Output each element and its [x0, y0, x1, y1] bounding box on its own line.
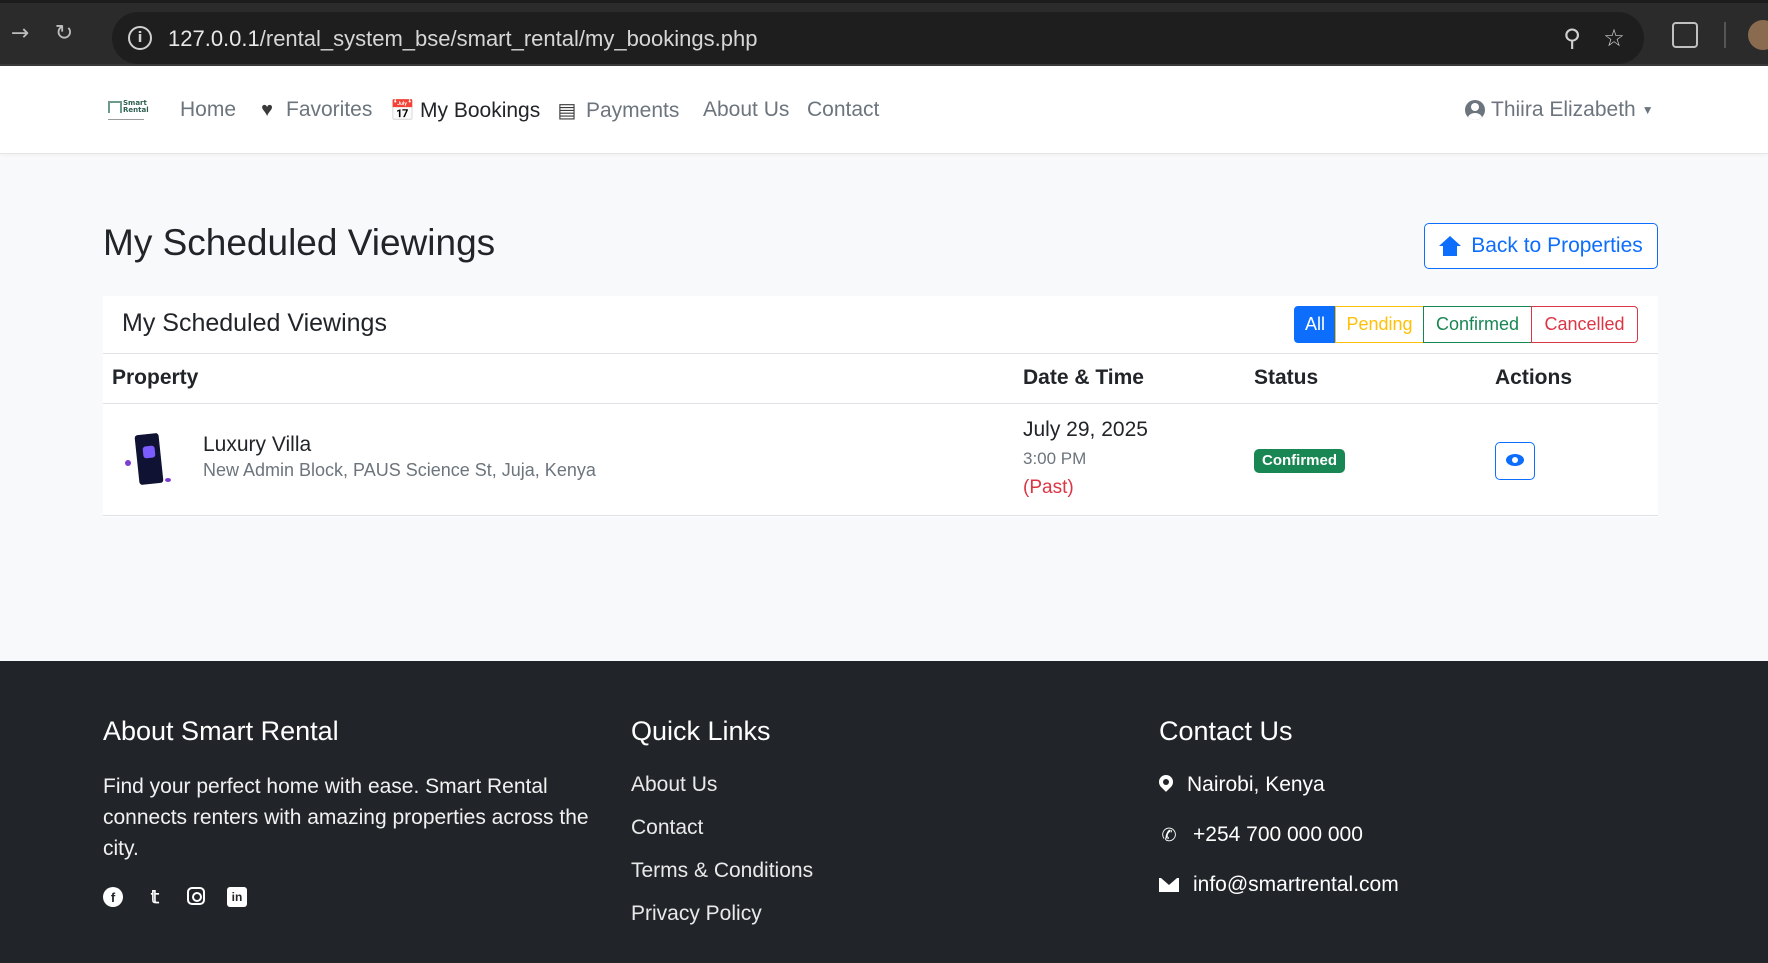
- nav-about-us[interactable]: About Us: [703, 98, 789, 122]
- viewing-time: 3:00 PM: [1023, 449, 1087, 468]
- filter-pending-button[interactable]: Pending: [1335, 306, 1424, 343]
- nav-home[interactable]: Home: [180, 98, 236, 122]
- column-header-status: Status: [1254, 366, 1319, 389]
- table-row-divider: [103, 515, 1658, 516]
- property-thumbnail[interactable]: [121, 432, 177, 488]
- browser-chrome: → ↻ i 127.0.0.1/rental_system_bse/smart_…: [0, 0, 1768, 66]
- url-text[interactable]: 127.0.0.1/rental_system_bse/smart_rental…: [168, 26, 757, 52]
- nav-contact[interactable]: Contact: [807, 98, 879, 122]
- viewings-card: My Scheduled Viewings All Pending Confir…: [103, 296, 1658, 517]
- phone-icon: ✆: [1161, 825, 1177, 845]
- calendar-icon: 📅: [390, 100, 415, 122]
- site-logo[interactable]: Smart Rental: [106, 99, 149, 129]
- credit-card-icon: ▤: [557, 100, 577, 122]
- logo-tagline-line: [108, 119, 144, 125]
- page-title: My Scheduled Viewings: [103, 222, 496, 263]
- back-button-label: Back to Properties: [1471, 234, 1643, 257]
- footer-link-privacy[interactable]: Privacy Policy: [631, 902, 762, 926]
- footer-phone: ✆ +254 700 000 000: [1159, 823, 1363, 847]
- forward-icon[interactable]: →: [8, 22, 32, 46]
- column-header-date-time: Date & Time: [1023, 366, 1144, 389]
- email-text: info@smartrental.com: [1193, 873, 1399, 896]
- thumbnail-glow: [142, 445, 156, 459]
- caret-down-icon: ▼: [1641, 103, 1654, 117]
- status-filter-group: All Pending Confirmed Cancelled: [1294, 306, 1638, 343]
- filter-confirmed-button[interactable]: Confirmed: [1423, 306, 1532, 343]
- footer-link-terms[interactable]: Terms & Conditions: [631, 859, 813, 883]
- tab-strip: [0, 0, 1768, 3]
- user-name: Thiira Elizabeth: [1491, 98, 1636, 121]
- user-dropdown[interactable]: Thiira Elizabeth ▼: [1465, 98, 1654, 122]
- footer-email: info@smartrental.com: [1159, 873, 1399, 897]
- site-footer: About Smart Rental Find your perfect hom…: [0, 661, 1768, 963]
- address-bar[interactable]: i 127.0.0.1/rental_system_bse/smart_rent…: [112, 12, 1644, 64]
- property-name: Luxury Villa: [203, 433, 312, 456]
- twitter-icon[interactable]: 𝕥: [145, 887, 165, 907]
- url-host: 127.0.0.1: [168, 26, 260, 51]
- footer-about-text: Find your perfect home with ease. Smart …: [103, 775, 589, 860]
- heart-icon: ♥: [261, 98, 273, 121]
- browser-profile-avatar[interactable]: [1748, 20, 1768, 50]
- site-info-icon[interactable]: i: [128, 26, 152, 50]
- zoom-icon[interactable]: ⚲: [1558, 24, 1586, 52]
- social-links: f 𝕥 in: [103, 887, 247, 907]
- filter-all-button[interactable]: All: [1294, 306, 1336, 343]
- reload-icon[interactable]: ↻: [52, 22, 76, 46]
- nav-home-label: Home: [180, 98, 237, 121]
- nav-payments-label: Payments: [586, 98, 680, 122]
- phone-text: +254 700 000 000: [1193, 823, 1363, 846]
- envelope-icon: [1159, 878, 1179, 892]
- logo-text: Smart Rental: [123, 99, 149, 114]
- thumbnail-sparkle: [165, 478, 171, 482]
- nav-my-bookings-label: My Bookings: [420, 98, 541, 122]
- nav-my-bookings[interactable]: 📅 My Bookings: [390, 98, 540, 123]
- nav-payments[interactable]: ▤ Payments: [556, 98, 680, 123]
- property-address: New Admin Block, PAUS Science St, Juja, …: [203, 460, 596, 480]
- table-header-divider: [103, 403, 1658, 404]
- url-path: /rental_system_bse/smart_rental/my_booki…: [259, 26, 758, 51]
- footer-contact-title: Contact Us: [1159, 716, 1293, 746]
- column-header-actions: Actions: [1495, 366, 1573, 389]
- nav-favorites[interactable]: ♥ Favorites: [256, 98, 372, 122]
- facebook-icon[interactable]: f: [103, 887, 123, 907]
- location-text: Nairobi, Kenya: [1187, 773, 1325, 796]
- nav-contact-label: Contact: [807, 98, 880, 121]
- user-circle-icon: [1465, 100, 1485, 120]
- footer-link-contact[interactable]: Contact: [631, 816, 703, 840]
- thumbnail-phone-graphic: [134, 432, 164, 486]
- footer-link-about-us[interactable]: About Us: [631, 773, 717, 797]
- nav-about-us-label: About Us: [703, 98, 790, 121]
- thumbnail-sparkle: [125, 460, 131, 466]
- nav-favorites-label: Favorites: [286, 98, 373, 121]
- home-icon: [1439, 236, 1462, 256]
- view-booking-button[interactable]: [1495, 442, 1535, 480]
- past-indicator: (Past): [1023, 477, 1074, 498]
- toolbar-divider: [1724, 22, 1726, 48]
- footer-about-title: About Smart Rental: [103, 716, 339, 746]
- map-pin-icon: [1159, 775, 1173, 795]
- instagram-icon[interactable]: [187, 887, 205, 905]
- footer-quick-links-title: Quick Links: [631, 716, 771, 746]
- card-title: My Scheduled Viewings: [122, 309, 387, 337]
- bookmark-star-icon[interactable]: ☆: [1600, 24, 1628, 52]
- eye-icon: [1506, 454, 1524, 466]
- column-header-property: Property: [112, 366, 199, 389]
- viewing-date: July 29, 2025: [1023, 418, 1148, 441]
- filter-cancelled-button[interactable]: Cancelled: [1531, 306, 1638, 343]
- status-badge: Confirmed: [1254, 449, 1345, 473]
- footer-location: Nairobi, Kenya: [1159, 773, 1325, 797]
- card-header: My Scheduled Viewings All Pending Confir…: [103, 296, 1658, 354]
- extensions-icon[interactable]: [1672, 22, 1698, 48]
- linkedin-icon[interactable]: in: [227, 887, 247, 907]
- logo-house-icon: [108, 101, 122, 113]
- back-to-properties-button[interactable]: Back to Properties: [1424, 223, 1658, 269]
